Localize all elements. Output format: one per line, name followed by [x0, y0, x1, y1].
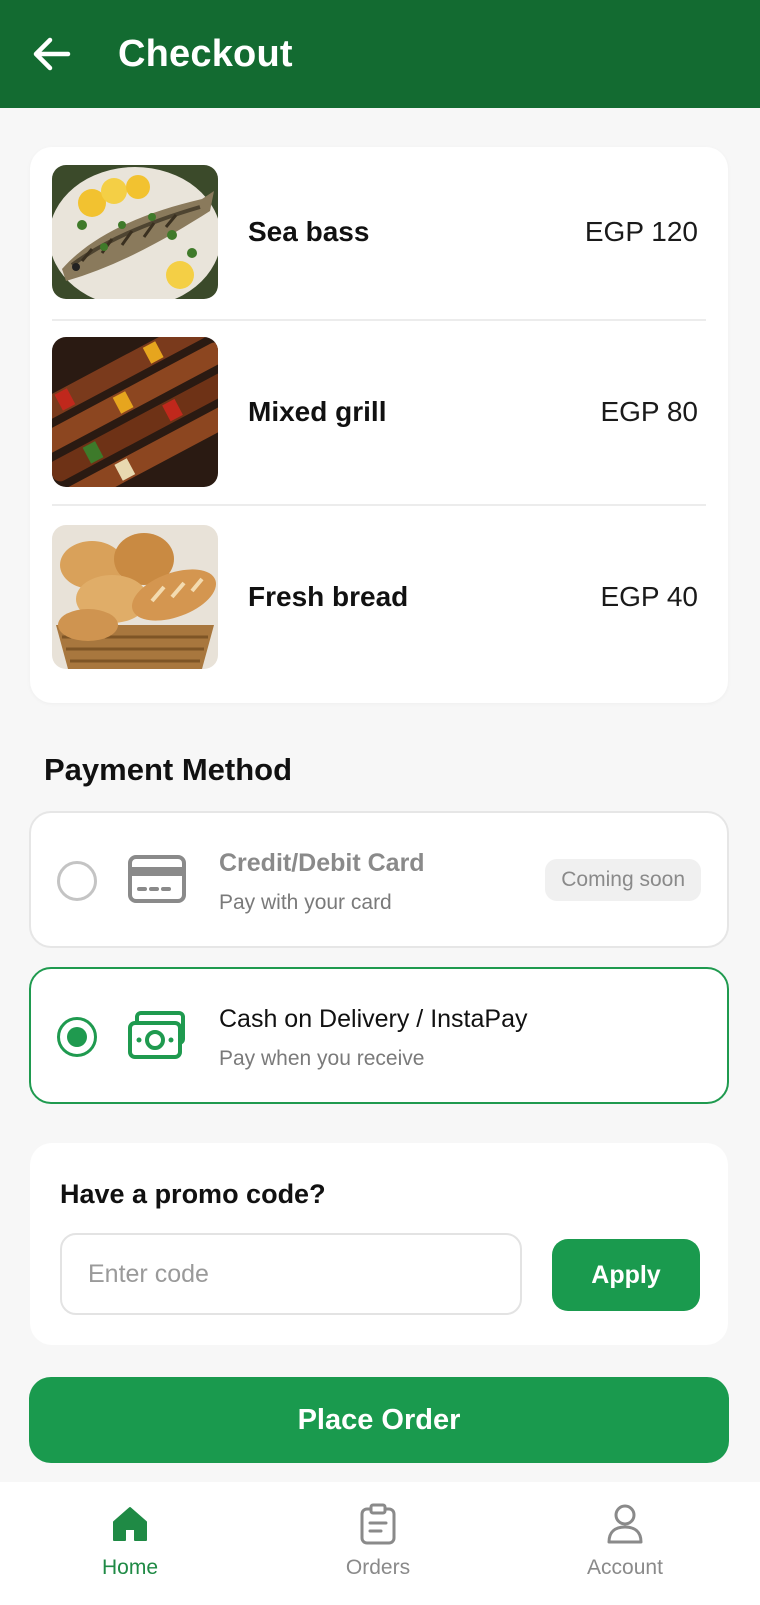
item-price: EGP 40: [600, 581, 698, 612]
divider: [52, 319, 706, 321]
bottom-navigation: Home Orders Account: [0, 1482, 760, 1605]
page-title: Checkout: [118, 32, 293, 75]
promo-code-card: Have a promo code? Apply: [30, 1143, 728, 1345]
person-icon: [607, 1504, 643, 1544]
item-price: EGP 80: [600, 396, 698, 427]
nav-item-home[interactable]: Home: [50, 1500, 210, 1580]
divider: [52, 504, 706, 506]
clipboard-icon: [360, 1503, 396, 1545]
payment-method-heading: Payment Method: [44, 752, 293, 787]
coming-soon-badge: Coming soon: [545, 859, 701, 901]
nav-item-orders[interactable]: Orders: [298, 1500, 458, 1580]
kebab-skewers-photo: [52, 337, 218, 487]
order-item-sea-bass[interactable]: Sea bass EGP 120: [52, 165, 706, 299]
arrow-left-icon: [33, 37, 71, 71]
cash-icon: [128, 1011, 185, 1059]
payment-option-subtitle: Pay with your card: [219, 891, 392, 914]
bread-basket-photo: [52, 525, 218, 669]
grilled-fish-photo: [52, 165, 218, 299]
nav-label: Account: [587, 1556, 663, 1579]
payment-option-subtitle: Pay when you receive: [219, 1047, 425, 1070]
item-name: Mixed grill: [248, 396, 387, 427]
place-order-button[interactable]: Place Order: [29, 1377, 729, 1463]
order-item-fresh-bread[interactable]: Fresh bread EGP 40: [52, 525, 706, 669]
item-price: EGP 120: [584, 216, 698, 247]
home-icon: [113, 1507, 147, 1541]
apply-button[interactable]: Apply: [552, 1239, 700, 1311]
nav-item-account[interactable]: Account: [545, 1500, 705, 1580]
radio-unselected[interactable]: [57, 861, 97, 901]
credit-card-icon: [128, 855, 186, 903]
payment-option-card[interactable]: Credit/Debit Card Pay with your card Com…: [29, 811, 729, 948]
nav-label: Home: [101, 1556, 159, 1579]
promo-code-input[interactable]: [60, 1233, 522, 1315]
nav-label: Orders: [345, 1556, 411, 1579]
order-item-mixed-grill[interactable]: Mixed grill EGP 80: [52, 337, 706, 487]
top-app-bar: Checkout: [0, 0, 760, 108]
order-items-card: Sea bass EGP 120 Mixed grill EGP 80 Fres…: [30, 147, 728, 703]
payment-option-title: Cash on Delivery / InstaPay: [219, 1005, 528, 1033]
item-name: Fresh bread: [248, 581, 409, 612]
item-name: Sea bass: [248, 216, 370, 247]
payment-option-cash[interactable]: Cash on Delivery / InstaPay Pay when you…: [29, 967, 729, 1104]
promo-code-heading: Have a promo code?: [60, 1179, 326, 1209]
back-button[interactable]: [24, 26, 80, 82]
radio-selected[interactable]: [57, 1017, 97, 1057]
payment-option-title: Credit/Debit Card: [219, 849, 425, 877]
